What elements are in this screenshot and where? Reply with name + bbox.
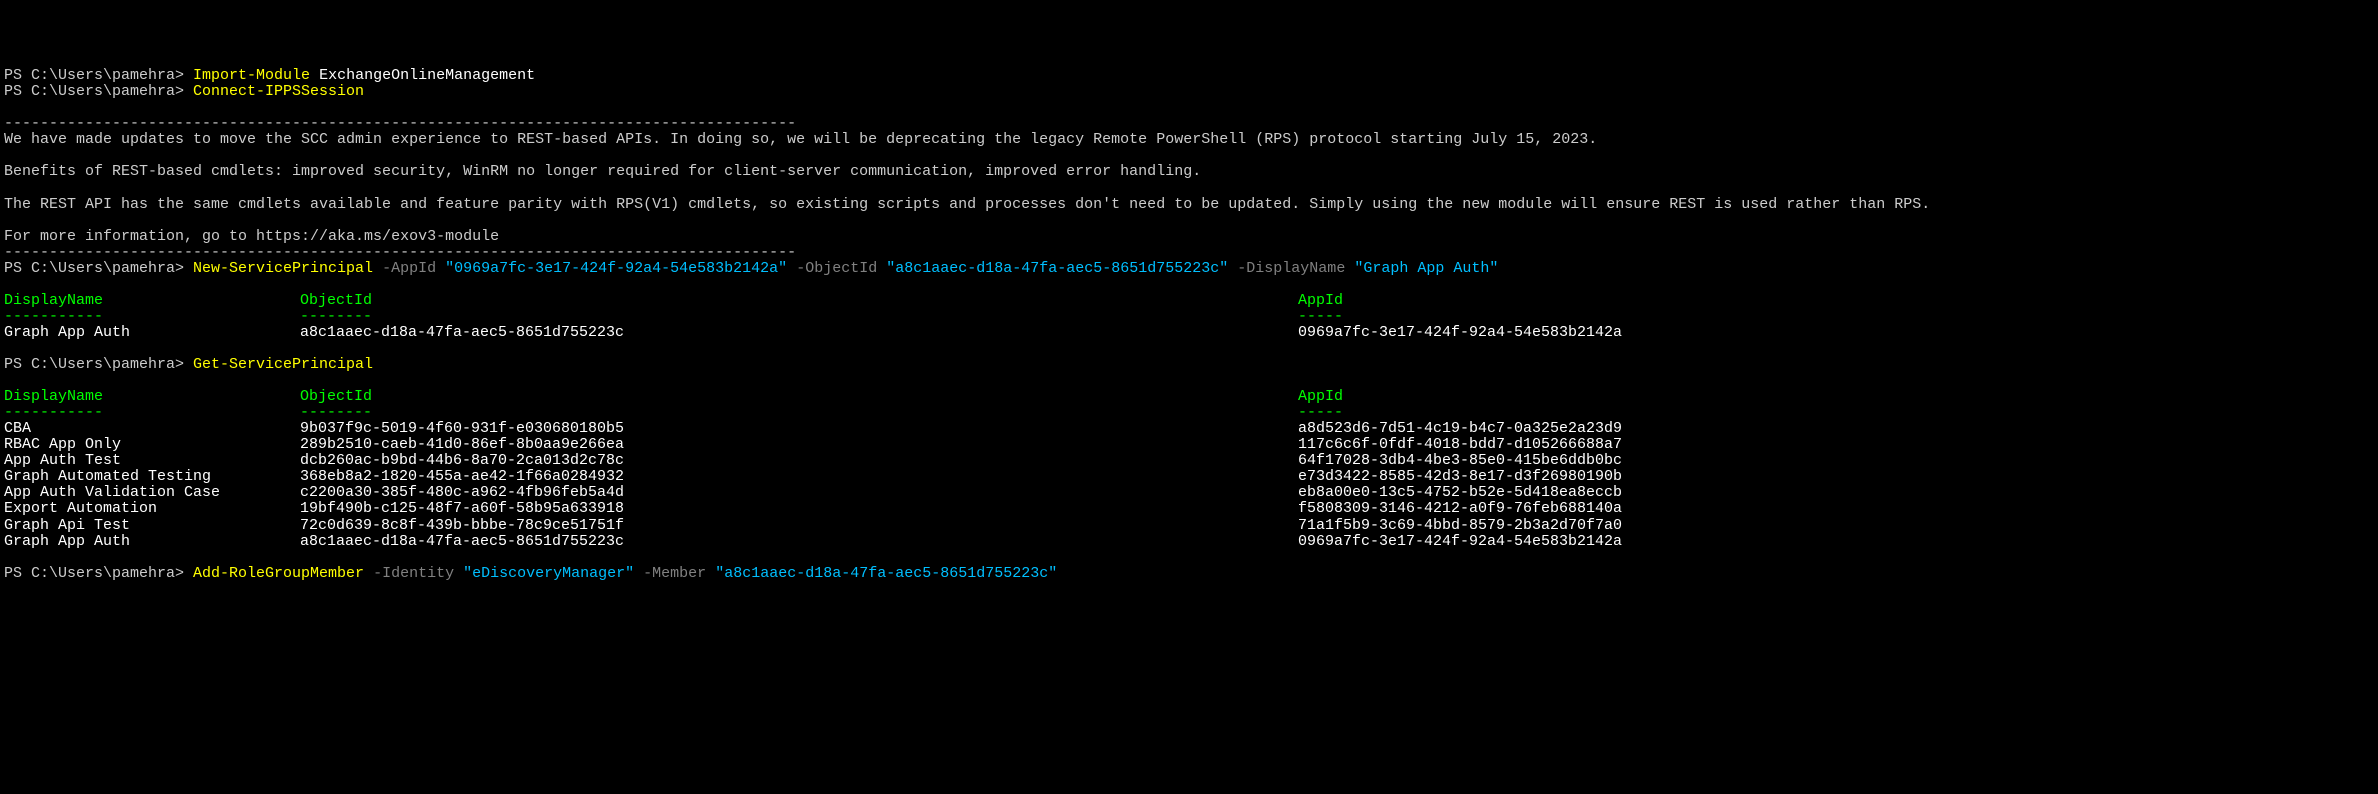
header-displayname: DisplayName [4,389,300,405]
header-displayname: DisplayName [4,293,300,309]
cell-objectid: c2200a30-385f-480c-a962-4fb96feb5a4d [300,485,1298,501]
table-row: Graph Automated Testing368eb8a2-1820-455… [4,469,2374,485]
cell-objectid: dcb260ac-b9bd-44b6-8a70-2ca013d2c78c [300,453,1298,469]
value-member: "a8c1aaec-d18a-47fa-aec5-8651d755223c" [715,565,1057,582]
cmdlet-import-module: Import-Module [193,67,310,84]
cell-displayname: CBA [4,421,300,437]
value-displayname: "Graph App Auth" [1354,260,1498,277]
prompt: PS C:\Users\pamehra> [4,565,193,582]
param-displayname: -DisplayName [1237,260,1345,277]
cell-displayname: Export Automation [4,501,300,517]
cell-displayname: Graph Automated Testing [4,469,300,485]
header-objectid: ObjectId [300,293,1298,309]
banner-line: For more information, go to https://aka.… [4,228,499,245]
prompt: PS C:\Users\pamehra> [4,67,193,84]
table-row: Export Automation19bf490b-c125-48f7-a60f… [4,501,2374,517]
header-appid: AppId [1298,293,1343,309]
param-identity: -Identity [373,565,454,582]
dash-displayname: ----------- [4,309,300,325]
cell-objectid: 72c0d639-8c8f-439b-bbbe-78c9ce51751f [300,518,1298,534]
terminal-output[interactable]: PS C:\Users\pamehra> Import-Module Excha… [4,68,2374,582]
prompt: PS C:\Users\pamehra> [4,356,193,373]
cell-objectid: a8c1aaec-d18a-47fa-aec5-8651d755223c [300,325,1298,341]
dash-appid: ----- [1298,309,1343,325]
prompt: PS C:\Users\pamehra> [4,83,193,100]
banner-line: We have made updates to move the SCC adm… [4,131,1597,148]
cell-objectid: 9b037f9c-5019-4f60-931f-e030680180b5 [300,421,1298,437]
cell-appid: 0969a7fc-3e17-424f-92a4-54e583b2142a [1298,534,1622,550]
dash-objectid: -------- [300,405,1298,421]
cell-appid: 64f17028-3db4-4be3-85e0-415be6ddb0bc [1298,453,1622,469]
cell-displayname: Graph App Auth [4,534,300,550]
separator: ----------------------------------------… [4,115,796,132]
cell-objectid: 368eb8a2-1820-455a-ae42-1f66a0284932 [300,469,1298,485]
table-row: Graph App Autha8c1aaec-d18a-47fa-aec5-86… [4,534,2374,550]
cell-displayname: Graph App Auth [4,325,300,341]
table-row: RBAC App Only289b2510-caeb-41d0-86ef-8b0… [4,437,2374,453]
cell-displayname: Graph Api Test [4,518,300,534]
arg-module-name: ExchangeOnlineManagement [319,67,535,84]
value-identity: "eDiscoveryManager" [463,565,634,582]
dash-objectid: -------- [300,309,1298,325]
cmdlet-add-rolegroupmember: Add-RoleGroupMember [193,565,364,582]
value-appid: "0969a7fc-3e17-424f-92a4-54e583b2142a" [445,260,787,277]
param-objectid: -ObjectId [796,260,877,277]
separator: ----------------------------------------… [4,244,796,261]
cell-objectid: a8c1aaec-d18a-47fa-aec5-8651d755223c [300,534,1298,550]
param-appid: -AppId [382,260,436,277]
table-dash-row: ------------------------ [4,405,2374,421]
table-dash-row: ------------------------ [4,309,2374,325]
table-row: Graph App Autha8c1aaec-d18a-47fa-aec5-86… [4,325,2374,341]
table-header-row: DisplayNameObjectIdAppId [4,389,2374,405]
cell-appid: f5808309-3146-4212-a0f9-76feb688140a [1298,501,1622,517]
cmdlet-connect-ipps: Connect-IPPSSession [193,83,364,100]
table-header-row: DisplayNameObjectIdAppId [4,293,2374,309]
header-objectid: ObjectId [300,389,1298,405]
cell-appid: eb8a00e0-13c5-4752-b52e-5d418ea8eccb [1298,485,1622,501]
cell-appid: a8d523d6-7d51-4c19-b4c7-0a325e2a23d9 [1298,421,1622,437]
cell-displayname: App Auth Validation Case [4,485,300,501]
cell-appid: 71a1f5b9-3c69-4bbd-8579-2b3a2d70f7a0 [1298,518,1622,534]
banner-line: The REST API has the same cmdlets availa… [4,196,1930,213]
cell-appid: 117c6c6f-0fdf-4018-bdd7-d105266688a7 [1298,437,1622,453]
value-objectid: "a8c1aaec-d18a-47fa-aec5-8651d755223c" [886,260,1228,277]
cell-displayname: App Auth Test [4,453,300,469]
dash-appid: ----- [1298,405,1343,421]
table-row: App Auth Testdcb260ac-b9bd-44b6-8a70-2ca… [4,453,2374,469]
prompt: PS C:\Users\pamehra> [4,260,193,277]
cell-appid: 0969a7fc-3e17-424f-92a4-54e583b2142a [1298,325,1622,341]
header-appid: AppId [1298,389,1343,405]
cell-displayname: RBAC App Only [4,437,300,453]
cell-objectid: 19bf490b-c125-48f7-a60f-58b95a633918 [300,501,1298,517]
table-row: CBA9b037f9c-5019-4f60-931f-e030680180b5a… [4,421,2374,437]
dash-displayname: ----------- [4,405,300,421]
cell-objectid: 289b2510-caeb-41d0-86ef-8b0aa9e266ea [300,437,1298,453]
table-row: Graph Api Test72c0d639-8c8f-439b-bbbe-78… [4,518,2374,534]
cell-appid: e73d3422-8585-42d3-8e17-d3f26980190b [1298,469,1622,485]
cmdlet-get-serviceprincipal: Get-ServicePrincipal [193,356,373,373]
param-member: -Member [643,565,706,582]
table-row: App Auth Validation Casec2200a30-385f-48… [4,485,2374,501]
cmdlet-new-serviceprincipal: New-ServicePrincipal [193,260,373,277]
banner-line: Benefits of REST-based cmdlets: improved… [4,163,1201,180]
